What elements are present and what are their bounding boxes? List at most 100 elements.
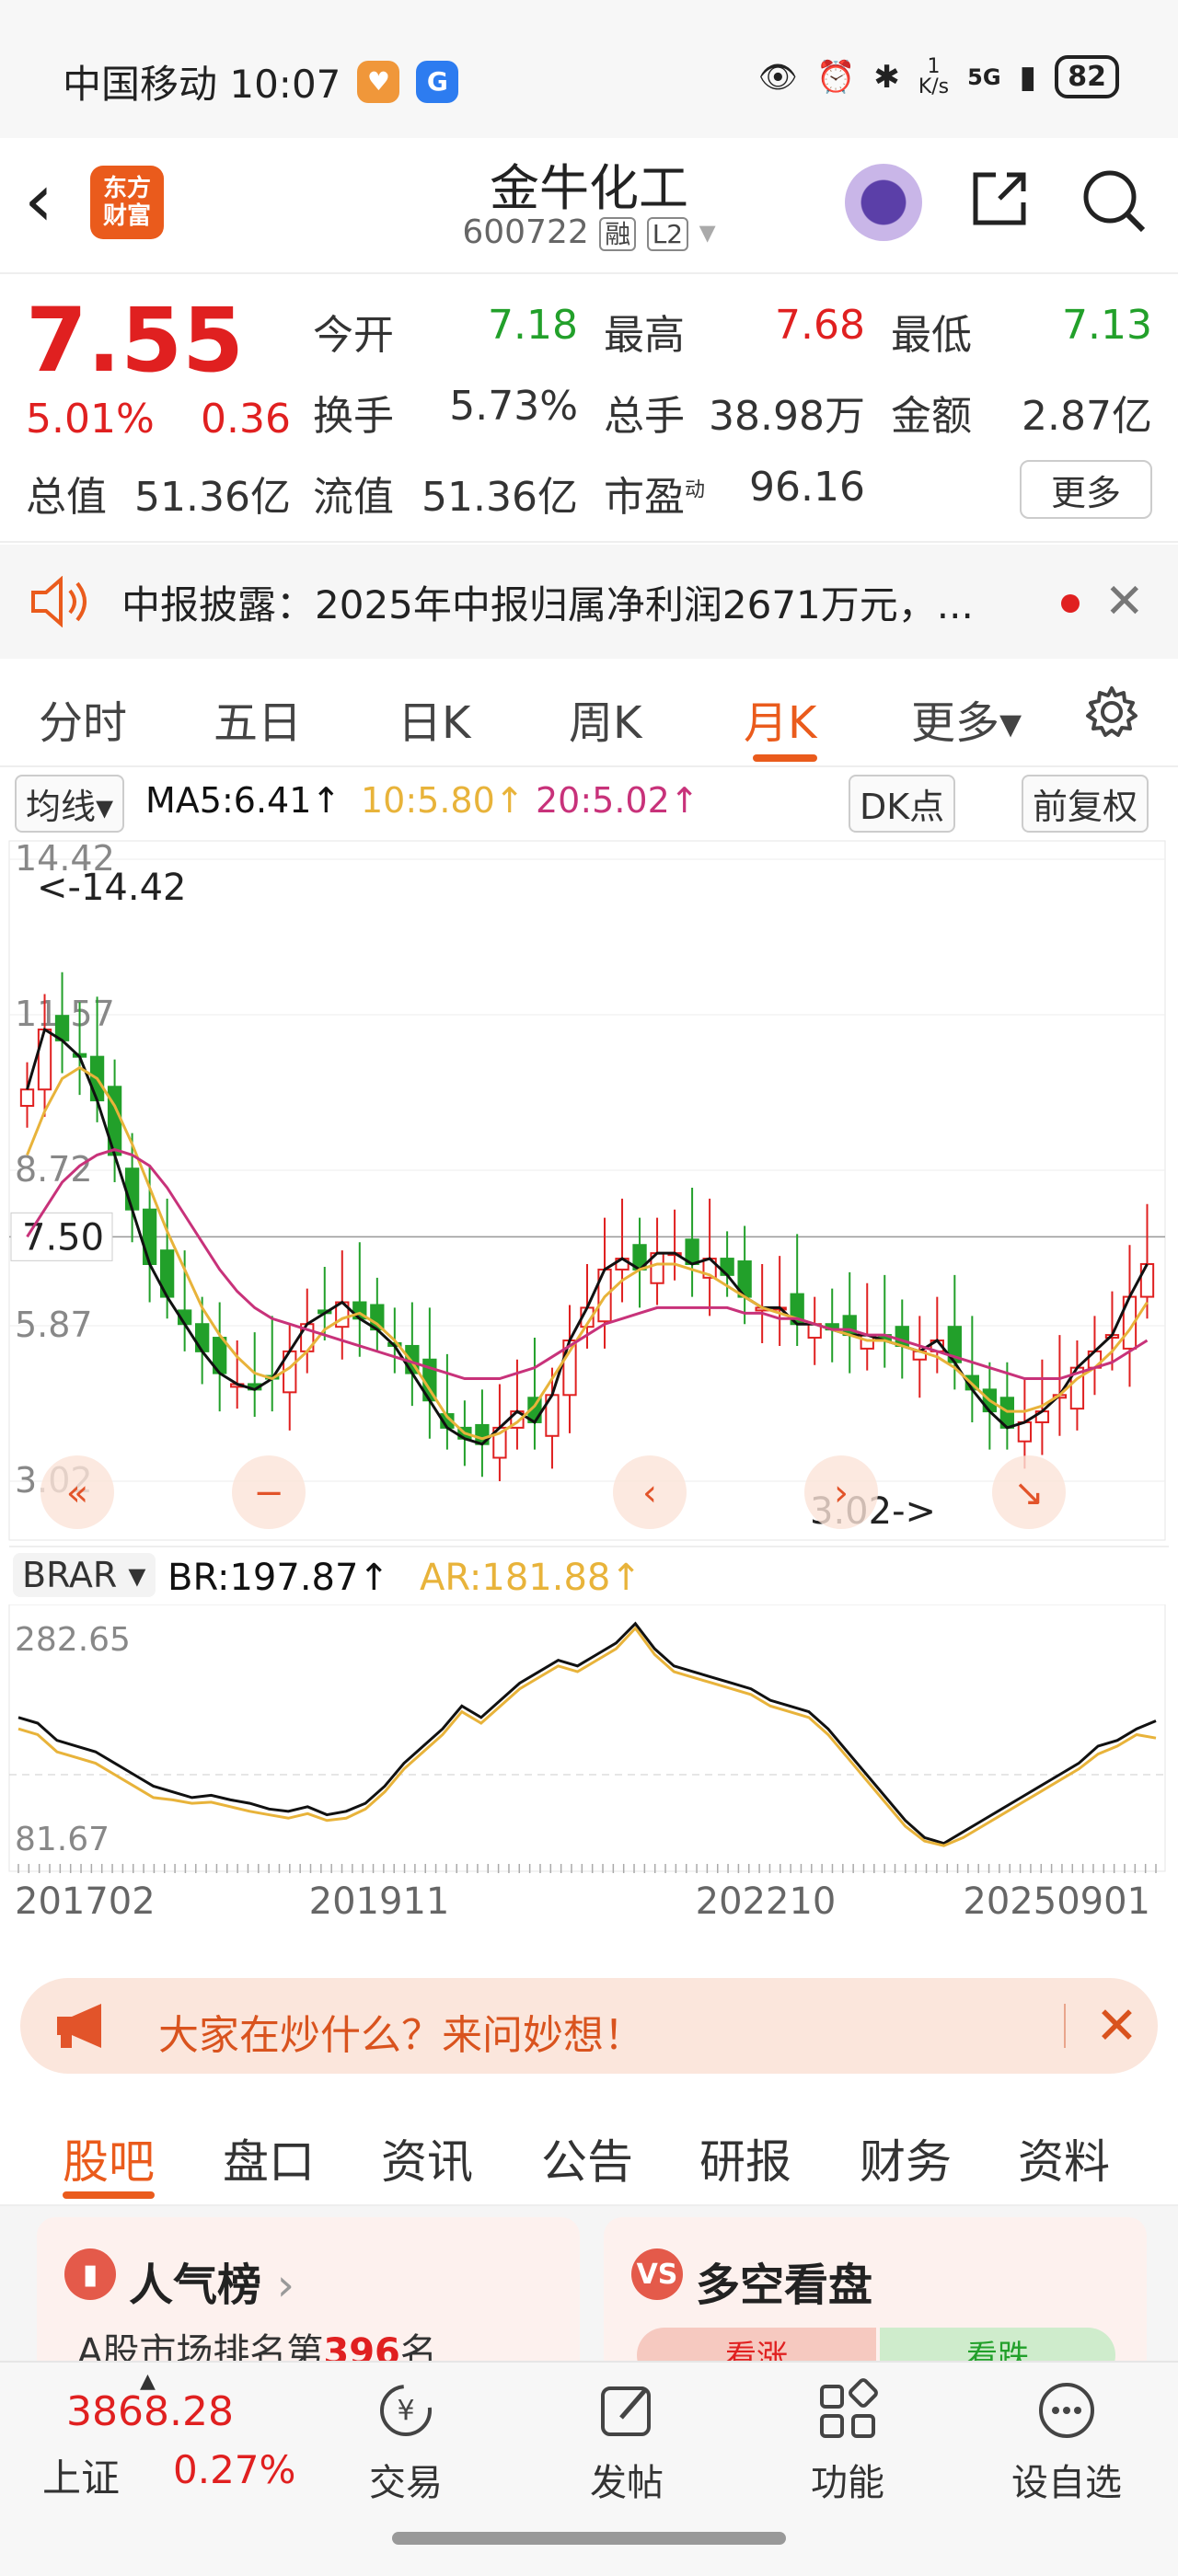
nav-watchlist[interactable]: 设自选	[1007, 2377, 1126, 2506]
tab-announcements[interactable]: 公告	[541, 2125, 633, 2191]
bull-bear-card[interactable]: VS 多空看盘 看涨 看跌	[604, 2217, 1147, 2361]
eye-icon: 👁	[757, 58, 798, 96]
bluetooth-icon: ✱	[873, 58, 900, 96]
rank-suffix: 名	[399, 2331, 437, 2361]
ar-label: AR:181.88↑	[420, 1557, 641, 1599]
popularity-title: 人气榜 ›	[129, 2248, 294, 2313]
notice-bar[interactable]: 中报披露：2025年中报归属净利润2671万元，... ✕	[0, 545, 1178, 659]
tab-monthly-k[interactable]: 月K	[744, 686, 816, 751]
indicator-select[interactable]: BRAR ▾	[13, 1553, 156, 1597]
settings-gear-icon[interactable]	[1084, 684, 1139, 740]
tab-intraday[interactable]: 分时	[39, 686, 127, 751]
candle-body	[1017, 1420, 1033, 1443]
ai-assistant-icon[interactable]	[845, 164, 922, 241]
nav-functions-label: 功能	[811, 2462, 884, 2504]
tab-research[interactable]: 研报	[699, 2125, 791, 2191]
popularity-title-text: 人气榜	[129, 2260, 262, 2311]
ask-bar[interactable]: 大家在炒什么？来问妙想！ ✕	[20, 1978, 1158, 2074]
high-label: 最高	[604, 312, 685, 359]
unread-dot	[1061, 594, 1080, 613]
period-tabs: 分时 五日 日K 周K 月K 更多▾	[0, 659, 1178, 767]
dropdown-icon: ▾	[699, 213, 716, 251]
tab-guba[interactable]: 股吧	[63, 2125, 155, 2191]
content-tabs: 股吧 盘口 资讯 公告 研报 财务 资料	[0, 2099, 1178, 2206]
index-percent: 0.27%	[173, 2447, 296, 2492]
network-label: 5G	[967, 63, 1001, 90]
status-bar: 中国移动 10:07 ♥ G 👁 ⏰ ✱ 1 K/s 5G ▮ 82	[0, 0, 1178, 156]
change-amount: 0.36	[201, 396, 291, 443]
adjust-button[interactable]: 前复权	[1022, 775, 1149, 833]
stock-code: 600722	[462, 213, 589, 251]
svg-text:¥: ¥	[397, 2395, 414, 2427]
popularity-card[interactable]: ▮ 人气榜 › A股市场排名第396名	[37, 2217, 580, 2361]
trade-icon: ¥	[380, 2385, 432, 2436]
nav-trade[interactable]: ¥ 交易	[346, 2377, 466, 2506]
megaphone-icon	[57, 2004, 101, 2048]
x-tick-label: 202210	[696, 1880, 837, 1917]
close-icon[interactable]: ✕	[1095, 1996, 1138, 2056]
bull-bear-title: 多空看盘	[696, 2260, 873, 2311]
ma-select[interactable]: 均线▾	[15, 775, 125, 833]
tab-daily-k[interactable]: 日K	[398, 686, 470, 751]
volume-value: 38.98万	[709, 393, 865, 440]
pe-sup: 动	[685, 478, 706, 502]
compose-icon	[601, 2386, 651, 2436]
close-icon[interactable]: ✕	[1104, 574, 1145, 629]
tab-weekly-k[interactable]: 周K	[569, 686, 641, 751]
index-value: 3868.28	[66, 2388, 234, 2435]
grid-icon	[820, 2378, 878, 2438]
float-label: 流值	[313, 474, 394, 521]
pe-value: 96.16	[749, 464, 865, 511]
brar-y-tick: 282.65	[15, 1621, 131, 1659]
vote-down-button[interactable]: 看跌	[880, 2328, 1115, 2361]
ranking-icon: ▮	[64, 2248, 116, 2300]
current-price-label: 7.50	[22, 1216, 104, 1259]
ma20-label: 20:5.02↑	[536, 780, 699, 821]
chart-nav-glyph: ↘	[1013, 1472, 1045, 1514]
tab-finance[interactable]: 财务	[860, 2125, 952, 2191]
brar-frame	[8, 1604, 1166, 1872]
mktcap-label: 总值	[26, 474, 107, 521]
vote-up-button[interactable]: 看涨	[637, 2328, 876, 2361]
alarm-icon: ⏰	[815, 58, 856, 96]
nav-trade-label: 交易	[369, 2462, 443, 2504]
candle-body	[195, 1323, 210, 1352]
last-price: 7.55	[26, 289, 244, 392]
level2-tag: L2	[646, 217, 689, 251]
mktcap-value: 51.36亿	[134, 474, 291, 521]
candle-body	[37, 1029, 52, 1091]
nav-post[interactable]: 发帖	[567, 2377, 687, 2506]
index-name: 上证	[42, 2455, 121, 2501]
status-left: 中国移动 10:07 ♥ G	[63, 53, 459, 109]
kline-chart[interactable]: 14.4211.578.725.873.027.50<-14.423.02->«…	[0, 837, 1178, 1546]
change-percent: 5.01%	[26, 396, 155, 443]
speaker-icon	[31, 576, 87, 627]
candle-body	[19, 1088, 35, 1108]
tab-profile[interactable]: 资料	[1018, 2125, 1110, 2191]
home-indicator	[392, 2532, 786, 2545]
tab-five-day[interactable]: 五日	[214, 686, 302, 751]
tab-news[interactable]: 资讯	[381, 2125, 473, 2191]
candle-body	[142, 1208, 157, 1265]
more-button[interactable]: 更多	[1020, 460, 1152, 519]
title-bar: ‹ 东方 财富 金牛化工 600722 融 L2 ▾	[0, 138, 1178, 274]
x-tick-label: 201702	[15, 1880, 156, 1917]
chevron-right-icon: ›	[276, 2260, 294, 2311]
chart-nav-glyph: ›	[834, 1472, 849, 1514]
pe-label: 市盈动	[604, 464, 705, 523]
tab-more[interactable]: 更多▾	[911, 686, 1022, 751]
cards-section: ▮ 人气榜 › A股市场排名第396名 VS 多空看盘 看涨 看跌	[0, 2206, 1178, 2361]
share-icon[interactable]	[968, 167, 1031, 230]
nav-functions[interactable]: 功能	[788, 2377, 907, 2506]
brar-chart[interactable]: 282.65 81.67 201702 201911 202210 20250901	[0, 1604, 1178, 1917]
search-icon[interactable]	[1079, 166, 1149, 236]
turnover-label: 换手	[313, 393, 394, 440]
dk-point-button[interactable]: DK点	[849, 775, 956, 833]
net-speed: 1 K/s	[918, 54, 950, 98]
x-tick-label: 20250901	[963, 1880, 1150, 1917]
tab-pankou[interactable]: 盘口	[223, 2125, 315, 2191]
active-content-tab-indicator	[63, 2191, 155, 2199]
brar-y-tick: 81.67	[15, 1821, 110, 1858]
chart-nav-glyph: −	[253, 1472, 284, 1514]
float-value: 51.36亿	[422, 474, 578, 521]
